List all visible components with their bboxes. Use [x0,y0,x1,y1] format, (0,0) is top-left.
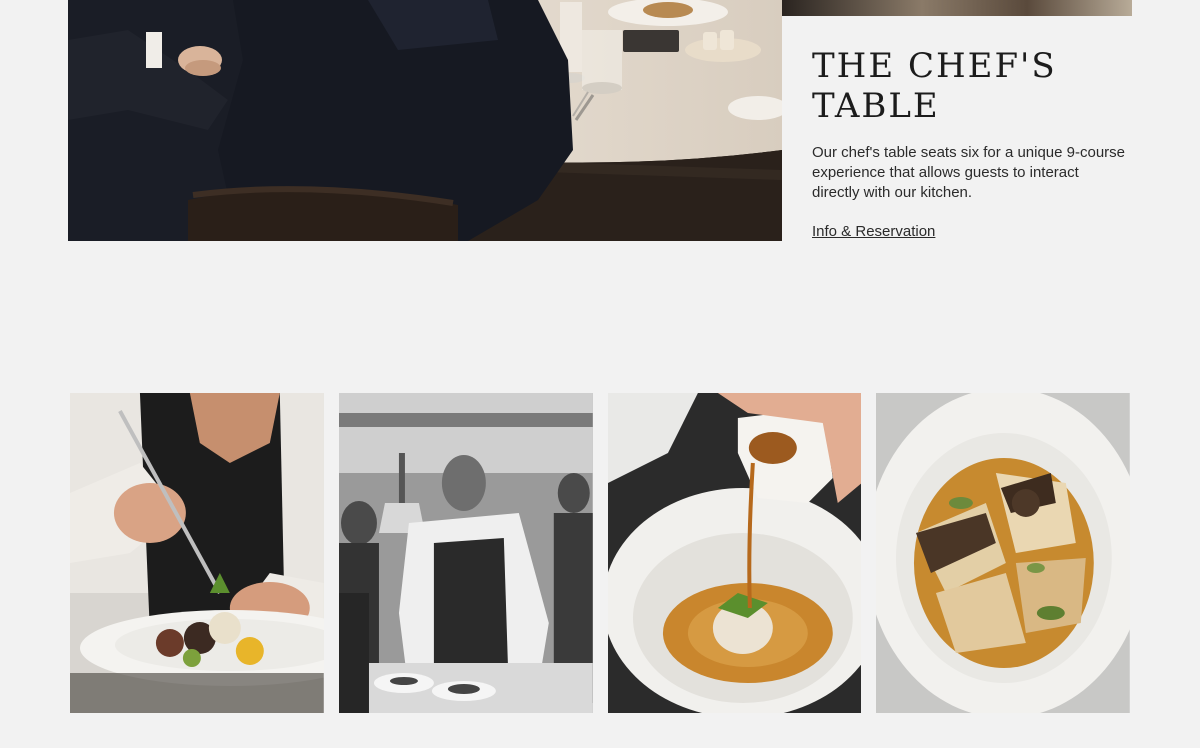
gallery-image-chef-plating[interactable] [70,393,324,713]
photo-gallery [70,393,1130,713]
gallery-image-kitchen-illustration [338,393,593,713]
gallery-image-broth[interactable] [607,393,862,713]
card-title: THE CHEF'S TABLE [812,46,1057,126]
hero-image-illustration [68,0,782,241]
gallery-image-pasta[interactable] [876,393,1130,713]
gallery-image-kitchen[interactable] [338,393,593,713]
card-description: Our chef's table seats six for a unique … [812,144,1126,201]
gallery-image-chef-plating-illustration [70,393,324,713]
gallery-image-broth-illustration [607,393,862,713]
gallery-image-pasta-illustration [876,393,1130,713]
chefs-table-card: THE CHEF'S TABLE Our chef's table seats … [782,0,1132,256]
hero-image [68,0,782,241]
info-reservation-link[interactable]: Info & Reservation [812,222,935,242]
